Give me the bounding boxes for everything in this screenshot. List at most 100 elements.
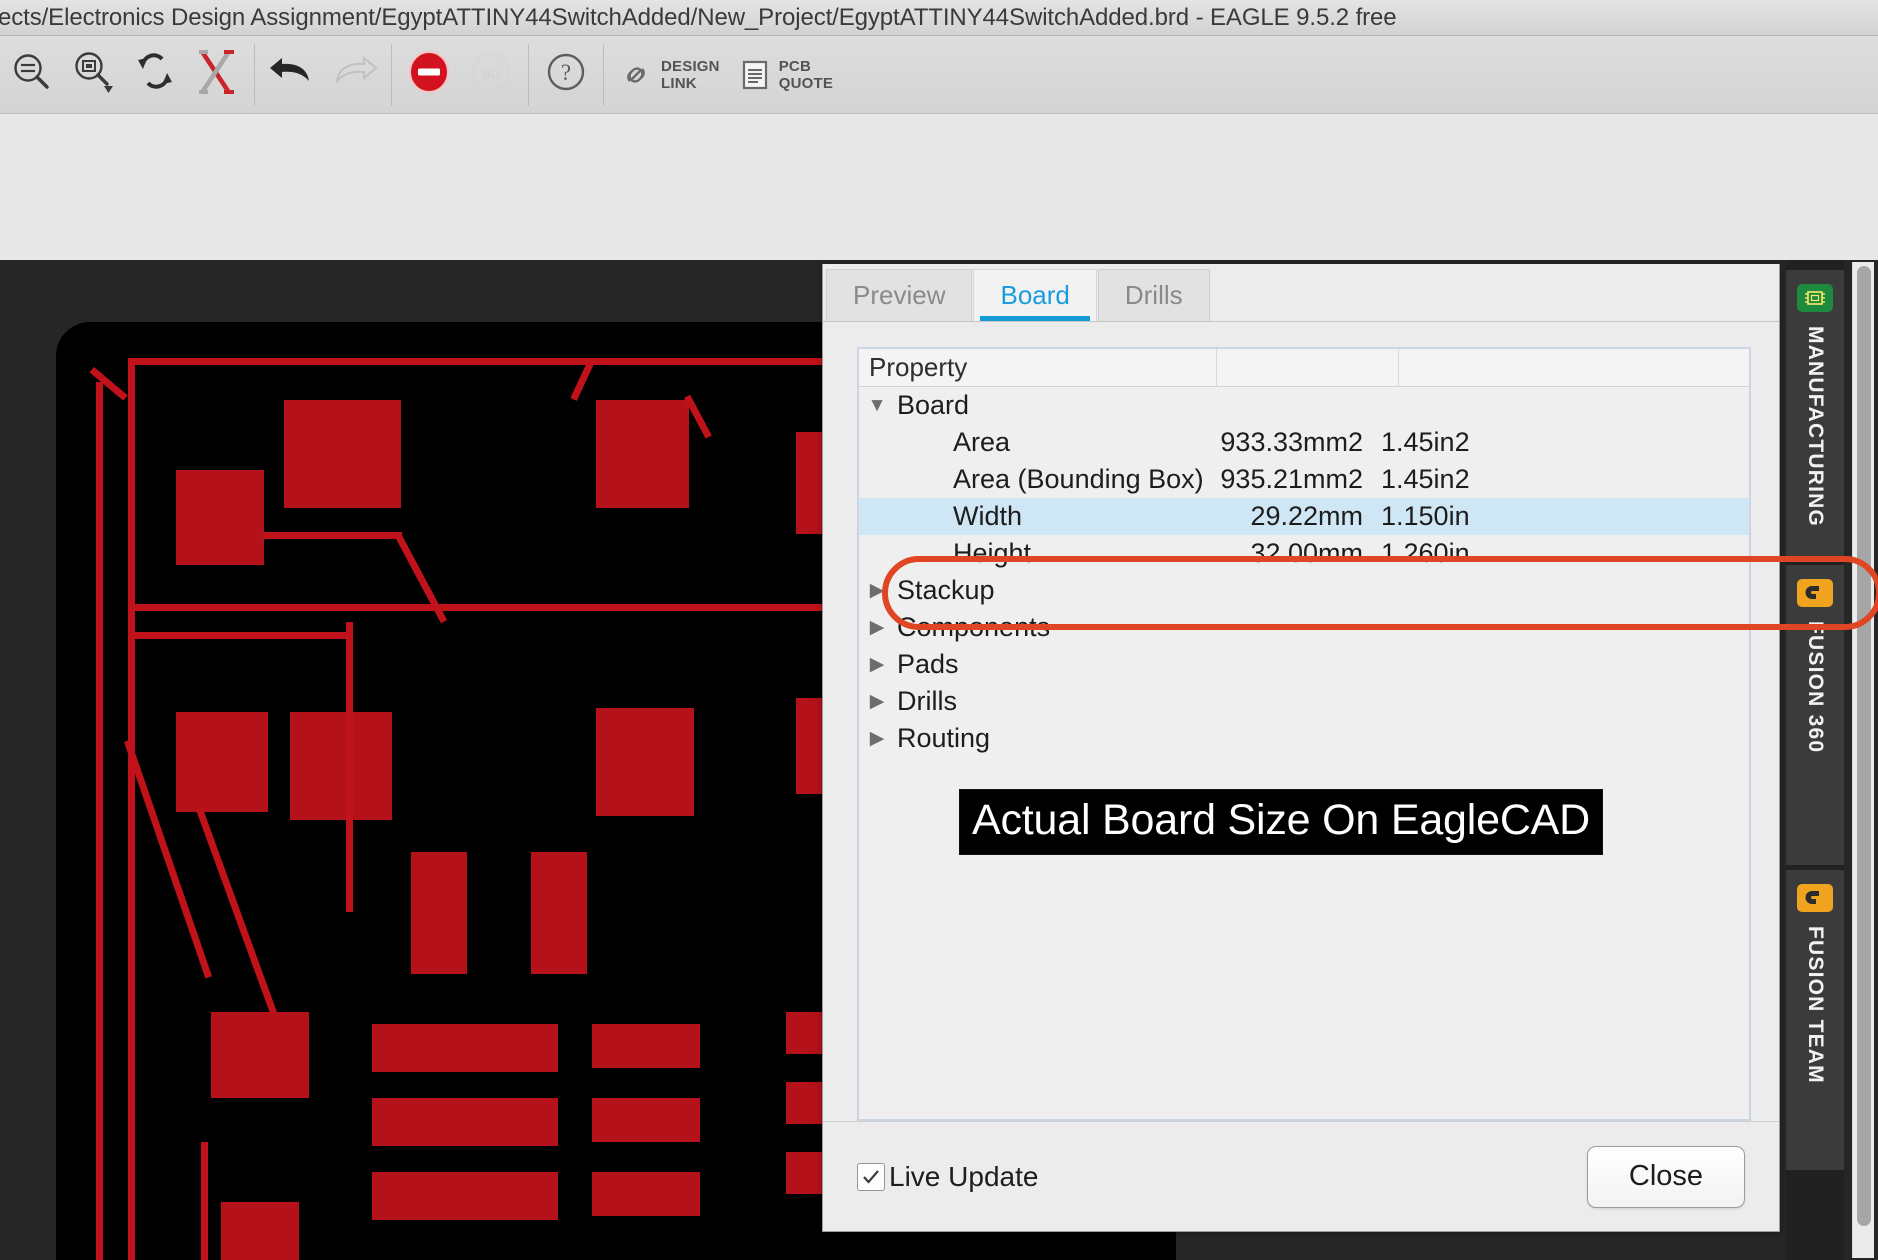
- tab-preview-label: Preview: [853, 280, 946, 310]
- redo-icon: [331, 55, 378, 94]
- close-button-label: Close: [1628, 1160, 1704, 1192]
- close-button[interactable]: Close: [1587, 1145, 1745, 1208]
- toolbar-group-history: [261, 36, 385, 114]
- undo-button[interactable]: [261, 44, 323, 106]
- tab-drills[interactable]: Drills: [1097, 269, 1210, 321]
- property-value-in: 1.260in: [1381, 538, 1470, 568]
- dialog-footer: Live Update Close: [823, 1121, 1779, 1231]
- tab-board-label: Board: [1000, 280, 1070, 310]
- live-update-label: Live Update: [889, 1160, 1039, 1192]
- column-header-in[interactable]: [1399, 349, 1749, 387]
- autorouter-icon: au: [468, 49, 514, 100]
- redo-button[interactable]: [323, 44, 385, 106]
- checkbox-box[interactable]: [857, 1162, 885, 1191]
- vertical-scrollbar[interactable]: [1852, 262, 1874, 1258]
- command-line-bar: ) Click or press Cmd+L key to activate c…: [0, 114, 1878, 358]
- redraw-button[interactable]: [124, 44, 186, 106]
- main-toolbar: au ? DESIGN LINK PCB QUOTE: [0, 36, 1878, 114]
- property-tree-panel[interactable]: Property ▼ Board Area 933.33mm2 1.45in2 Area …: [857, 347, 1751, 1121]
- svg-text:au: au: [483, 65, 500, 82]
- property-row[interactable]: Area (Bounding Box) 935.21mm2 1.45in2: [859, 461, 1749, 498]
- ratsnest-button[interactable]: [186, 44, 248, 106]
- sidebar-label-manufacturing: MANUFACTURING: [1804, 326, 1827, 528]
- property-name: Board: [897, 390, 970, 420]
- design-link-button[interactable]: DESIGN LINK: [610, 44, 730, 106]
- checkmark-icon: [863, 1169, 879, 1184]
- design-link-label: DESIGN LINK: [661, 57, 720, 92]
- help-button[interactable]: ?: [535, 44, 597, 106]
- right-sidebar: MANUFACTURING FUSION 360 FUSION TEAM: [1786, 260, 1844, 1260]
- sidebar-label-fusion-360: FUSION 360: [1804, 621, 1827, 754]
- property-name: Area: [953, 427, 1011, 457]
- toolbar-group-action: au: [398, 36, 522, 114]
- autorouter-button[interactable]: au: [460, 44, 522, 106]
- chevron-right-icon[interactable]: ▶: [859, 579, 895, 602]
- property-row[interactable]: ▶ Pads: [859, 646, 1749, 683]
- property-row[interactable]: Width 29.22mm 1.150in: [859, 498, 1749, 535]
- property-row[interactable]: ▼ Board: [859, 387, 1749, 424]
- property-value-in: 1.45in2: [1381, 427, 1470, 457]
- undo-icon: [269, 55, 315, 94]
- property-row[interactable]: ▶ Drills: [859, 683, 1749, 720]
- property-value-mm: 29.22mm: [1250, 501, 1363, 531]
- fusion-icon: [1797, 579, 1833, 607]
- property-row[interactable]: ▶ Routing: [859, 720, 1749, 757]
- pcb-quote-label: PCB QUOTE: [778, 57, 834, 92]
- chevron-right-icon[interactable]: ▶: [859, 727, 895, 750]
- pcb-quote-button[interactable]: PCB QUOTE: [730, 44, 843, 106]
- tab-preview[interactable]: Preview: [826, 269, 973, 321]
- window-title: ects/Electronics Design Assignment/Egypt…: [0, 3, 1397, 31]
- property-value-in: 1.150in: [1381, 501, 1470, 531]
- scrollbar-thumb[interactable]: [1857, 266, 1871, 1226]
- toolbar-divider-3: [528, 43, 529, 106]
- board-information-dialog: Preview Board Drills Property ▼ Board Area…: [822, 264, 1780, 1232]
- live-update-checkbox[interactable]: Live Update: [857, 1161, 1038, 1193]
- chevron-right-icon[interactable]: ▶: [859, 653, 895, 676]
- chip-icon: [1797, 284, 1833, 312]
- property-value-in: 1.45in2: [1381, 464, 1470, 494]
- chevron-right-icon[interactable]: ▶: [859, 616, 895, 639]
- property-value-mm: 933.33mm2: [1220, 427, 1363, 457]
- dialog-body: Property ▼ Board Area 933.33mm2 1.45in2 Area …: [823, 323, 1779, 1121]
- column-header-mm[interactable]: [1217, 349, 1399, 387]
- toolbar-divider-2: [391, 43, 392, 106]
- property-row[interactable]: ▶ Stackup: [859, 572, 1749, 609]
- property-value-mm: 935.21mm2: [1220, 464, 1363, 494]
- toolbar-divider-4: [603, 43, 604, 106]
- ratsnest-icon: [194, 47, 240, 102]
- annotation-callout-label: Actual Board Size On EagleCAD: [959, 789, 1604, 855]
- refresh-icon: [135, 50, 175, 99]
- eagle-application-window: ects/Electronics Design Assignment/Egypt…: [0, 0, 1878, 1260]
- zoom-out-icon: [9, 50, 53, 99]
- zoom-fit-button[interactable]: [62, 44, 124, 106]
- property-name: Components: [897, 612, 1051, 642]
- property-name: Width: [953, 501, 1023, 531]
- property-name: Stackup: [897, 575, 995, 605]
- property-row[interactable]: ▶ Components: [859, 609, 1749, 646]
- link-icon: [620, 59, 652, 91]
- document-icon: [740, 59, 770, 91]
- sidebar-item-fusion-360[interactable]: FUSION 360: [1786, 565, 1844, 865]
- property-row[interactable]: Area 933.33mm2 1.45in2: [859, 424, 1749, 461]
- property-table-header: Property: [859, 349, 1749, 387]
- zoom-out-button[interactable]: [0, 44, 62, 106]
- column-header-property[interactable]: Property: [859, 349, 1217, 387]
- sidebar-item-manufacturing[interactable]: MANUFACTURING: [1786, 270, 1844, 560]
- sidebar-item-fusion-team[interactable]: FUSION TEAM: [1786, 870, 1844, 1170]
- tab-drills-label: Drills: [1124, 280, 1183, 310]
- property-name: Drills: [897, 686, 957, 716]
- toolbar-group-help: ?: [535, 36, 597, 114]
- toolbar-divider: [254, 43, 255, 106]
- chevron-down-icon[interactable]: ▼: [859, 395, 895, 417]
- svg-text:?: ?: [561, 60, 571, 85]
- zoom-fit-icon: [70, 49, 116, 100]
- property-row[interactable]: Height 32.00mm 1.260in: [859, 535, 1749, 572]
- tab-board[interactable]: Board: [973, 269, 1097, 321]
- dialog-tab-strip: Preview Board Drills: [823, 264, 1779, 322]
- property-value-mm: 32.00mm: [1250, 538, 1363, 568]
- stop-button[interactable]: [398, 44, 460, 106]
- chevron-right-icon[interactable]: ▶: [859, 690, 895, 713]
- sidebar-label-fusion-team: FUSION TEAM: [1804, 926, 1827, 1084]
- property-name: Height: [953, 538, 1032, 568]
- toolbar-group-view: [0, 36, 248, 114]
